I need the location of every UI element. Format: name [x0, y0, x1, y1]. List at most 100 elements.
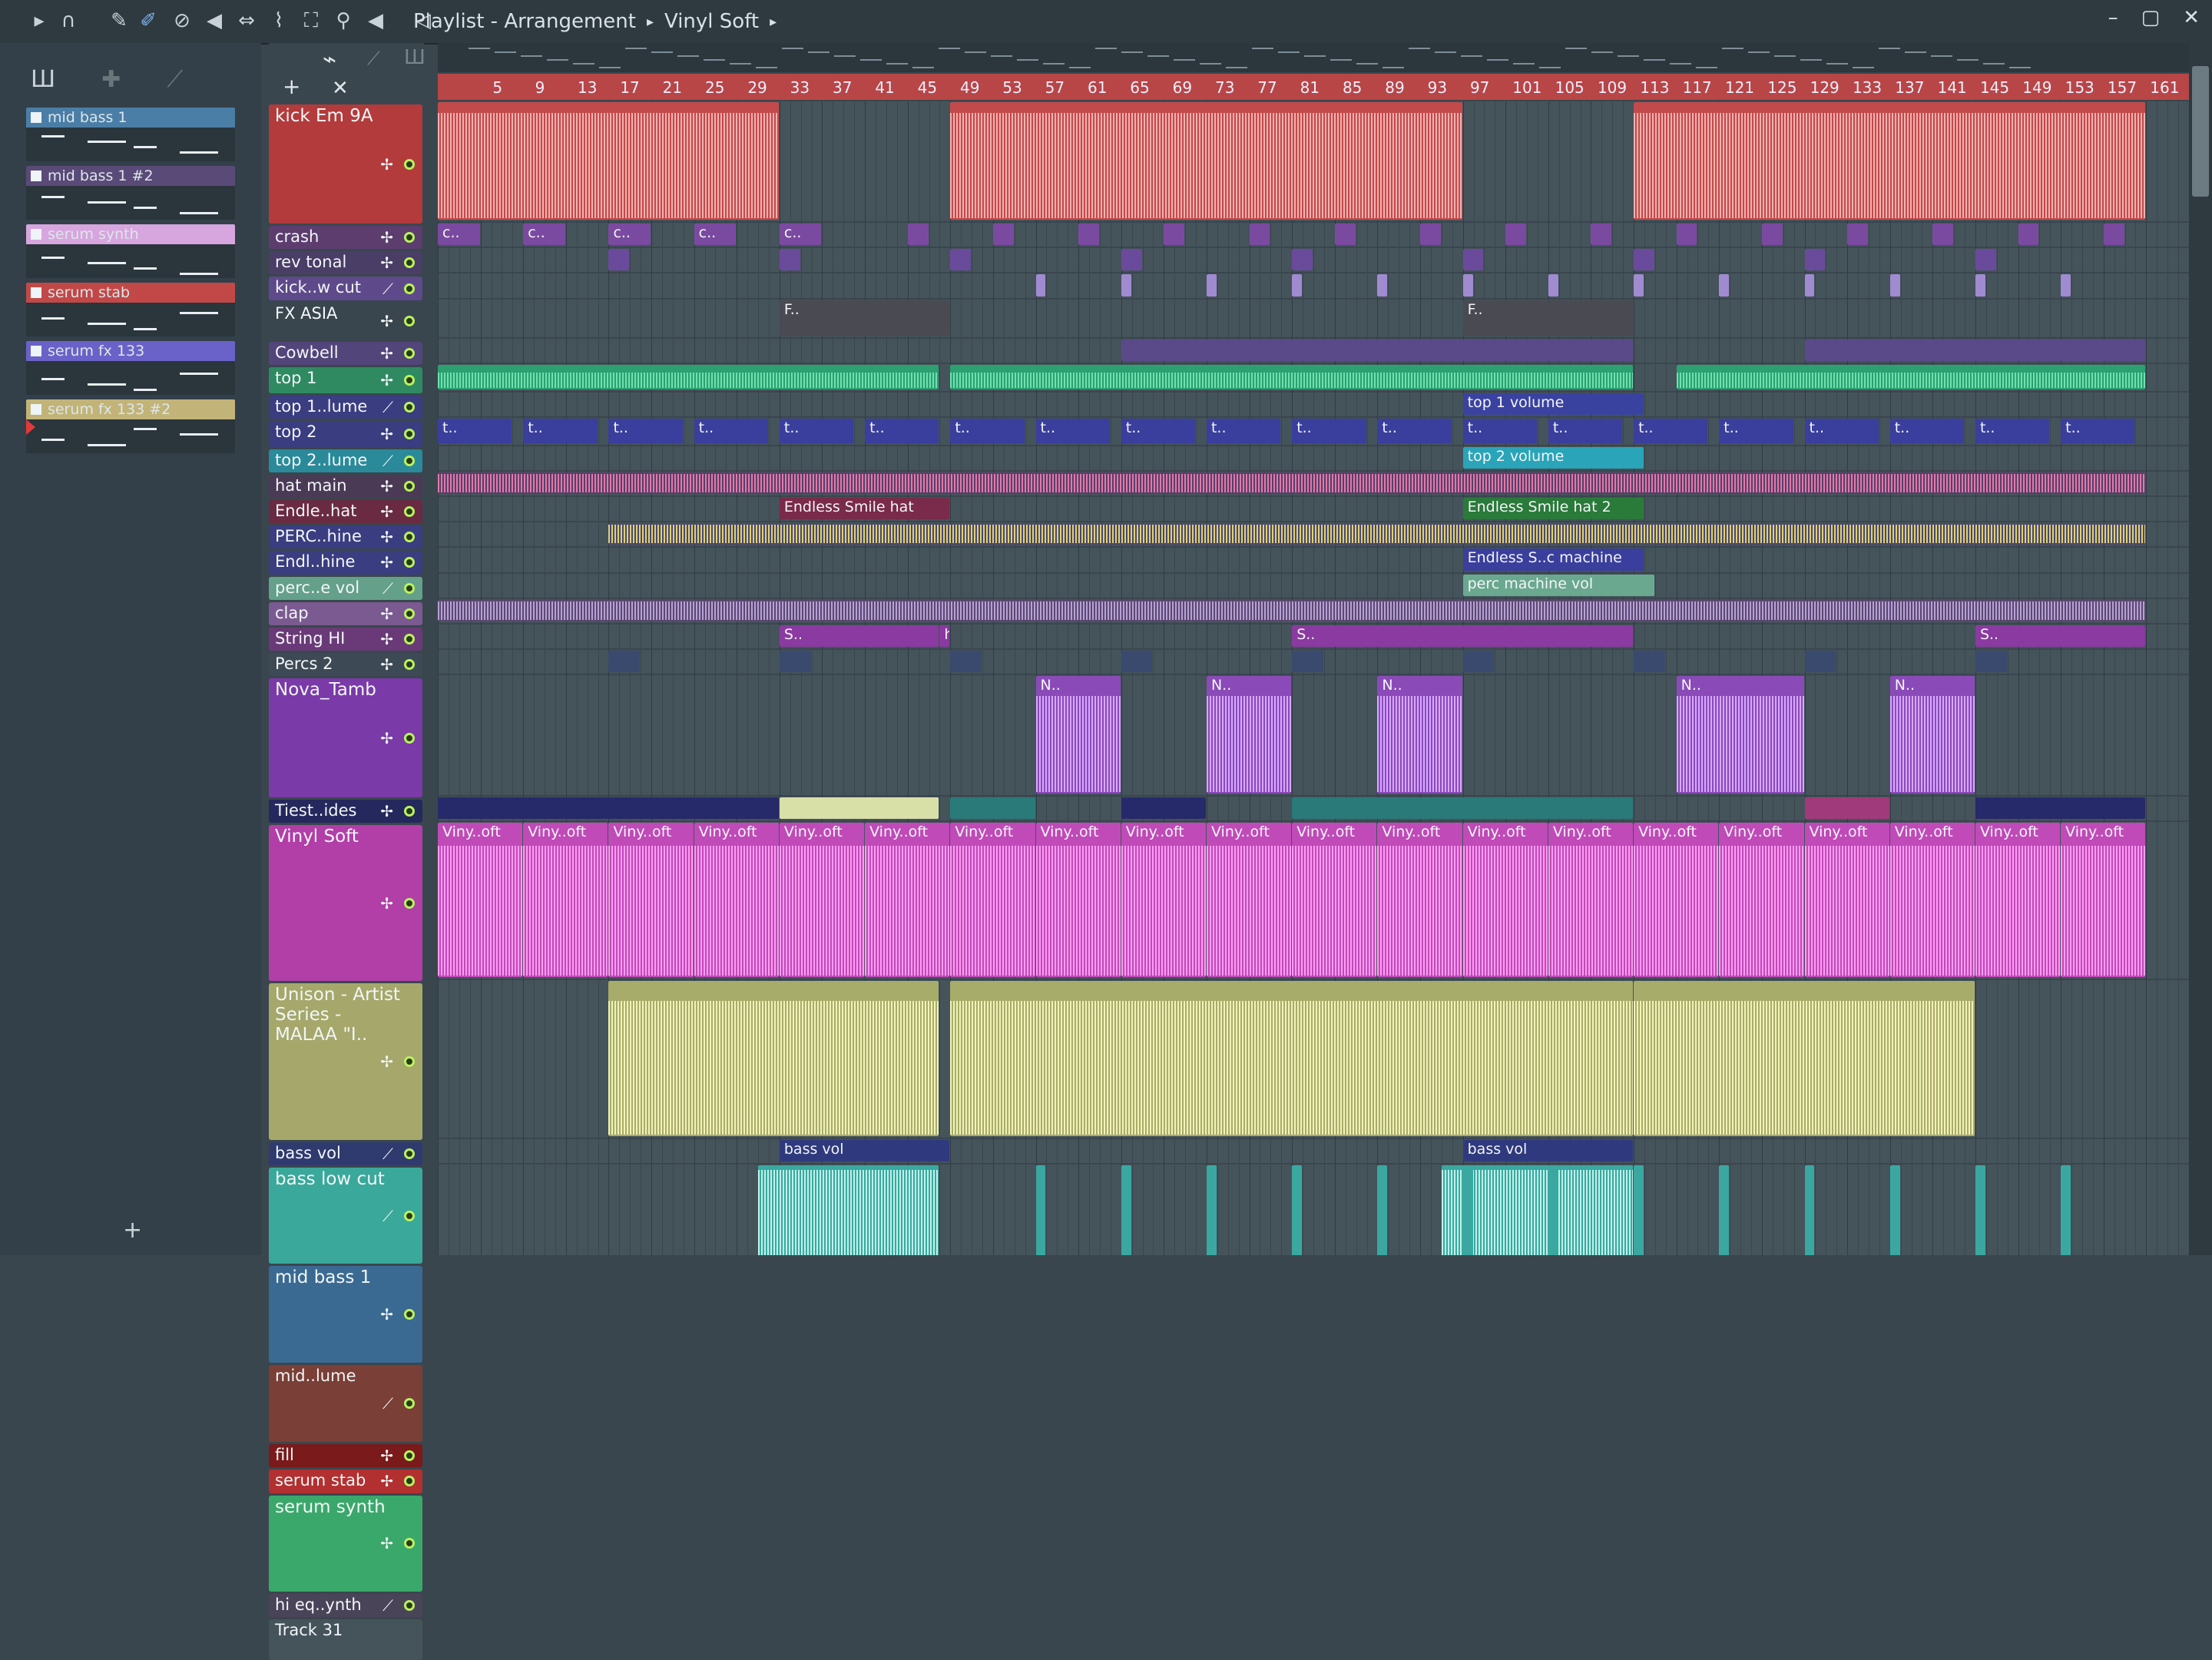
automation-clip[interactable]: Endless Smile hat 2 — [1462, 498, 1644, 520]
track-name[interactable]: Nova_Tamb — [275, 680, 406, 700]
track-mute-led[interactable] — [404, 633, 415, 644]
track-mute-led[interactable] — [404, 557, 415, 568]
playlist-clip[interactable] — [1292, 1165, 1303, 1255]
playlist-clip[interactable] — [950, 981, 1634, 1136]
playlist-clip[interactable]: t.. — [1292, 419, 1366, 443]
vinyl-soft-clip[interactable]: Viny..oft — [1377, 823, 1462, 978]
playlist-clip[interactable] — [907, 224, 929, 246]
track-name[interactable]: Unison - Artist Series - MALAA "I.. — [275, 985, 406, 1045]
track-header[interactable]: perc..e vol ⟋ — [269, 576, 422, 600]
vinyl-soft-clip[interactable]: Viny..oft — [1804, 823, 1889, 978]
playlist-clip[interactable]: t.. — [1975, 419, 2050, 443]
arrow-right-icon[interactable]: ▸ — [26, 8, 52, 34]
playlist-clip[interactable] — [1292, 650, 1323, 673]
kick-clip[interactable] — [1634, 102, 2146, 220]
track-name[interactable]: Vinyl Soft — [275, 827, 406, 847]
track-mute-led[interactable] — [404, 1309, 415, 1320]
playlist-clip[interactable]: c.. — [608, 224, 651, 246]
playlist-clip[interactable] — [1292, 797, 1634, 820]
vinyl-soft-clip[interactable]: Viny..oft — [779, 823, 865, 978]
playlist-clip[interactable] — [1804, 650, 1836, 673]
track-name[interactable]: crash — [275, 227, 319, 246]
track-name[interactable]: top 2..lume — [275, 451, 367, 469]
track-name[interactable]: PERC..hine — [275, 527, 362, 545]
pattern-item[interactable]: mid bass 1 #2 — [26, 166, 235, 220]
track-name[interactable]: clap — [275, 604, 309, 622]
track-name[interactable]: serum stab — [275, 1471, 366, 1489]
track-name[interactable]: fill — [275, 1446, 294, 1464]
playlist-clip[interactable] — [1121, 797, 1206, 820]
playlist-clip[interactable] — [1804, 1165, 1815, 1255]
track-name[interactable]: rev tonal — [275, 253, 346, 271]
close-icon[interactable]: ✕ — [2183, 6, 2200, 29]
close-icon[interactable]: ✕ — [332, 77, 349, 100]
kick-clip[interactable] — [950, 102, 1462, 220]
slice-icon[interactable]: ⌇ — [266, 8, 292, 34]
track-header[interactable]: fill ✢ — [269, 1444, 422, 1468]
playlist-clip[interactable] — [950, 365, 1634, 390]
track-mute-led[interactable] — [404, 1476, 415, 1487]
pattern-item[interactable]: serum fx 133 #2 — [26, 399, 235, 453]
track-header[interactable]: clap ✢ — [269, 601, 422, 625]
vinyl-soft-clip[interactable]: Viny..oft — [1719, 823, 1804, 978]
vinyl-soft-clip[interactable]: Viny..oft — [950, 823, 1035, 978]
automation-icon[interactable]: ⟋ — [367, 48, 380, 69]
playlist-clip[interactable] — [1462, 650, 1495, 673]
playlist-clip[interactable] — [438, 797, 779, 820]
select-icon[interactable]: ⛶ — [298, 8, 324, 34]
track-mute-led[interactable] — [404, 158, 415, 170]
picker-mode-icon[interactable]: Ш — [31, 66, 55, 93]
breadcrumb-pattern[interactable]: Vinyl Soft — [664, 10, 759, 33]
track-header[interactable]: Percs 2 ✢ — [269, 652, 422, 677]
waveform-icon[interactable]: ⌁ — [323, 46, 336, 73]
track-name[interactable]: kick..w cut — [275, 278, 361, 297]
playlist-clip[interactable] — [1420, 224, 1441, 246]
automation-clip[interactable]: bass vol — [779, 1139, 950, 1161]
track-header[interactable]: PERC..hine ✢ — [269, 525, 422, 549]
playlist-clip[interactable]: c.. — [523, 224, 565, 246]
track-name[interactable]: hi eq..ynth — [275, 1595, 362, 1614]
playlist-clip[interactable] — [758, 1165, 939, 1255]
playlist-clip[interactable] — [779, 650, 811, 673]
vertical-scrollbar[interactable] — [2189, 43, 2212, 1255]
track-header[interactable]: bass low cut ⟋ — [269, 1167, 422, 1264]
playlist-clip[interactable] — [2061, 1165, 2071, 1255]
automation-clip[interactable]: perc machine vol — [1462, 574, 1654, 596]
track-name[interactable]: Endle..hat — [275, 502, 356, 520]
track-header[interactable]: Cowbell ✢ — [269, 342, 422, 366]
playlist-clip[interactable]: t.. — [608, 419, 683, 443]
track-name[interactable]: serum synth — [275, 1497, 406, 1517]
automation-clip[interactable]: top 2 volume — [1462, 446, 1644, 469]
playlist-clip[interactable] — [1591, 224, 1612, 246]
playlist-clip[interactable]: t.. — [694, 419, 768, 443]
playlist-clip[interactable] — [1847, 224, 1868, 246]
playlist-clip[interactable] — [438, 365, 939, 390]
playlist-clip[interactable] — [950, 797, 1035, 820]
automation-clip[interactable]: bass vol — [1462, 1139, 1634, 1161]
track-header[interactable]: FX ASIA ✢ — [269, 302, 422, 340]
playlist-clip[interactable] — [1804, 340, 2146, 362]
automation-clip[interactable]: Endless Smile hat — [779, 498, 950, 520]
vinyl-soft-clip[interactable]: Viny..oft — [1975, 823, 2061, 978]
track-name[interactable]: Tiest..ides — [275, 801, 357, 820]
magnet-icon[interactable]: ∩ — [55, 8, 81, 34]
kick-clip[interactable] — [438, 102, 779, 220]
vinyl-soft-clip[interactable]: Viny..oft — [1634, 823, 1719, 978]
track-header[interactable]: Unison - Artist Series - MALAA "I.. ✢ — [269, 983, 422, 1140]
track-mute-led[interactable] — [404, 1056, 415, 1067]
track-header[interactable]: top 1 ✢ — [269, 367, 422, 394]
track-name[interactable]: Endl..hine — [275, 552, 355, 571]
bar-numbers[interactable]: 5 9 13 17 21 25 29 33 37 41 45 49 53 57 61 65 69 73 77 81 85… — [438, 74, 2212, 100]
playlist-clip[interactable]: N.. — [1206, 676, 1292, 794]
playlist-clip[interactable] — [1975, 1165, 1985, 1255]
playlist-clip[interactable]: t.. — [1377, 419, 1452, 443]
track-header[interactable]: mid bass 1 ✢ — [269, 1266, 422, 1363]
playlist-clip[interactable] — [950, 650, 982, 673]
playlist-clip[interactable]: t.. — [1719, 419, 1793, 443]
playlist-clip[interactable] — [1634, 249, 1654, 271]
track-header[interactable]: kick..w cut ⟋ — [269, 277, 422, 300]
track-mute-led[interactable] — [404, 806, 415, 817]
track-mute-led[interactable] — [404, 402, 415, 413]
playlist-clip[interactable] — [608, 249, 630, 271]
playlist-clip[interactable] — [1804, 274, 1815, 297]
